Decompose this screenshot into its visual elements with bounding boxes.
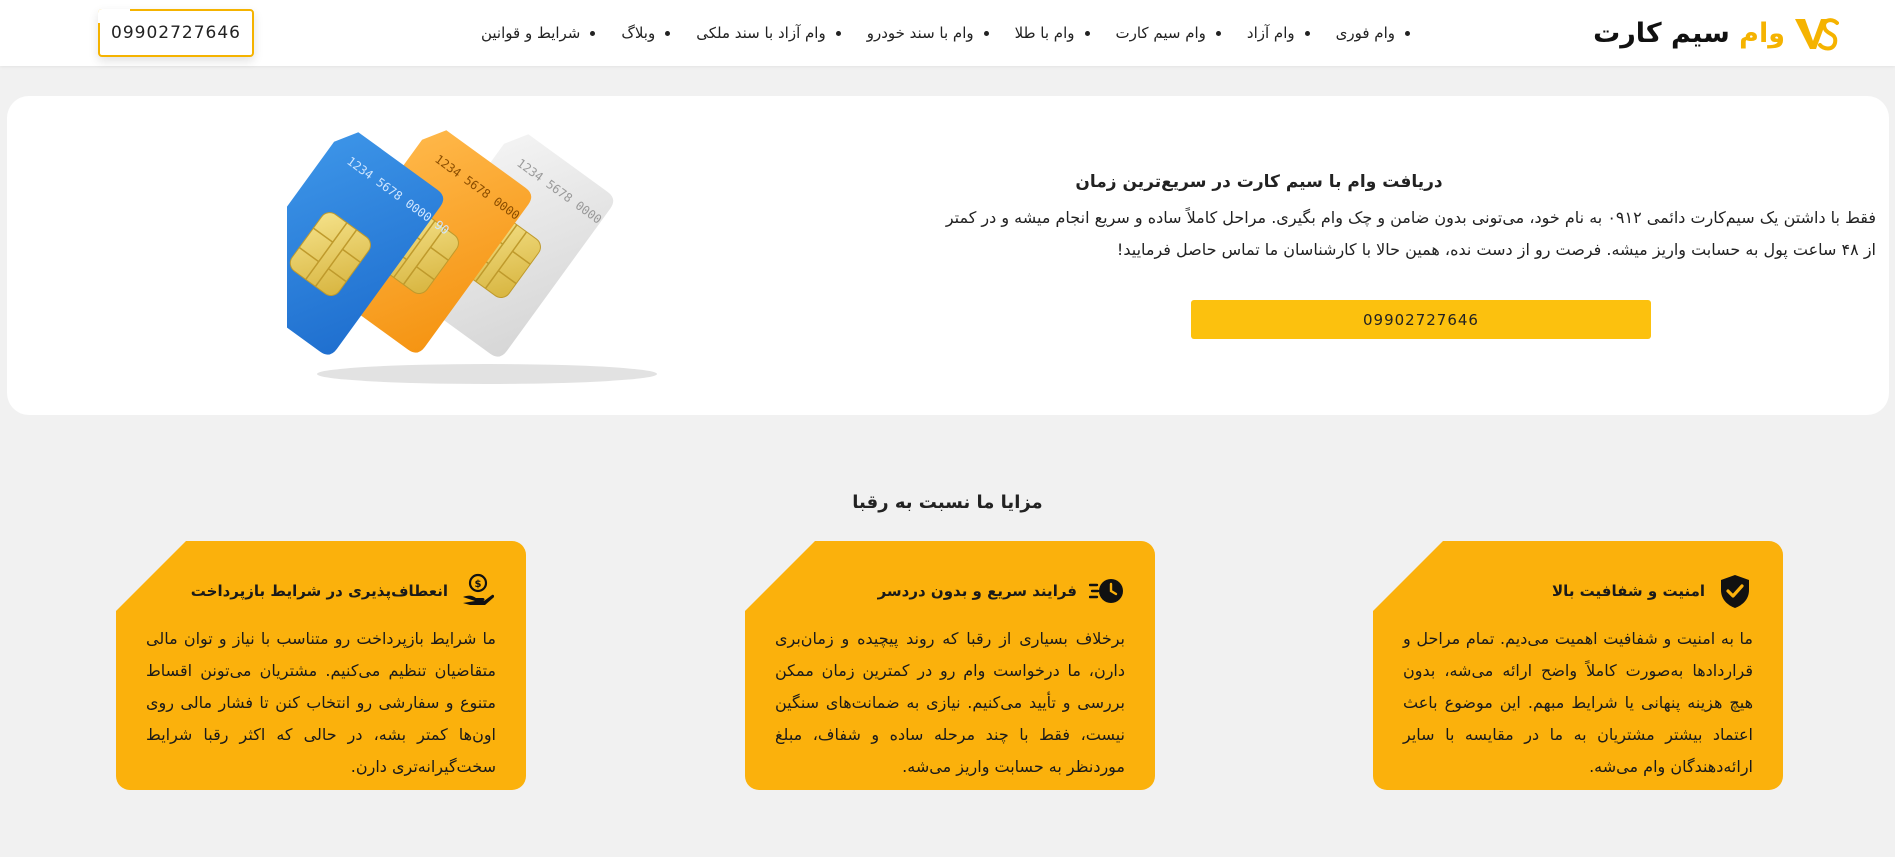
bullet-icon (590, 30, 596, 36)
advantage-card-security: امنیت و شفافیت بالا ما به امنیت و شفافیت… (1373, 541, 1783, 790)
site-logo[interactable]: وام سیم کارت (1593, 12, 1839, 54)
bullet-icon (1084, 30, 1090, 36)
card-title: امنیت و شفافیت بالا (1552, 582, 1705, 600)
hero-title: دریافت وام با سیم کارت در سریع‌ترین زمان (1075, 172, 1443, 192)
site-header: وام سیم کارت وام فوری وام آزاد وام سیم ک… (0, 0, 1895, 66)
sim-cards-illustration: 1234 5678 0000 1234 5678 0000 1234 5678 … (287, 130, 657, 384)
nav-item-simcard-loan[interactable]: وام سیم کارت (1116, 24, 1221, 42)
nav-item-terms[interactable]: شرایط و قوانین (481, 24, 596, 42)
advantage-card-flexibility: $ انعطاف‌پذیری در شرایط بازپرداخت ما شرا… (116, 541, 526, 790)
nav-item-property-deed-loan[interactable]: وام آزاد با سند ملکی (696, 24, 841, 42)
card-text: برخلاف بسیاری از رقبا که روند پیچیده و ز… (775, 629, 1125, 776)
fast-clock-icon (1089, 579, 1123, 603)
bullet-icon (1405, 30, 1410, 36)
main-nav: وام فوری وام آزاد وام سیم کارت وام با طل… (455, 0, 1410, 66)
bullet-icon (1215, 30, 1221, 36)
hand-coin-icon: $ (463, 573, 495, 605)
bullet-icon (1304, 30, 1310, 36)
bullet-icon (983, 30, 989, 36)
card-text: ما به امنیت و شفافیت اهمیت می‌دیم. تمام … (1403, 629, 1753, 776)
nav-item-blog[interactable]: وبلاگ (621, 24, 671, 42)
hero-section: دریافت وام با سیم کارت در سریع‌ترین زمان… (7, 96, 1889, 415)
nav-item-instant-loan[interactable]: وام فوری (1336, 24, 1410, 42)
shield-check-icon (1721, 575, 1749, 608)
svg-text:$: $ (475, 579, 482, 590)
hero-call-button[interactable]: 09902727646 (1191, 300, 1651, 339)
nav-item-free-loan[interactable]: وام آزاد (1247, 24, 1310, 42)
card-title: فرایند سریع و بدون دردسر (877, 582, 1077, 600)
header-phone-number: 09902727646 (111, 23, 241, 43)
logo-text-main: سیم کارت (1593, 17, 1730, 49)
advantages-title: مزایا ما نسبت به رقبا (852, 492, 1043, 513)
nav-item-gold-loan[interactable]: وام با طلا (1015, 24, 1090, 42)
hero-description: فقط با داشتن یک سیم‌کارت دائمی ۰۹۱۲ به ن… (945, 208, 1876, 259)
bullet-icon (835, 30, 841, 36)
header-phone-button[interactable]: 09902727646 (98, 9, 254, 57)
logo-vs-icon (1795, 18, 1839, 51)
logo-text-accent: وام (1739, 17, 1785, 49)
advantage-card-speed: فرایند سریع و بدون دردسر برخلاف بسیاری ا… (745, 541, 1155, 790)
nav-item-car-deed-loan[interactable]: وام با سند خودرو (867, 24, 989, 42)
bullet-icon (665, 30, 671, 36)
card-title: انعطاف‌پذیری در شرایط بازپرداخت (190, 582, 448, 600)
card-text: ما شرایط بازپرداخت رو متناسب با نیاز و ت… (146, 629, 496, 776)
